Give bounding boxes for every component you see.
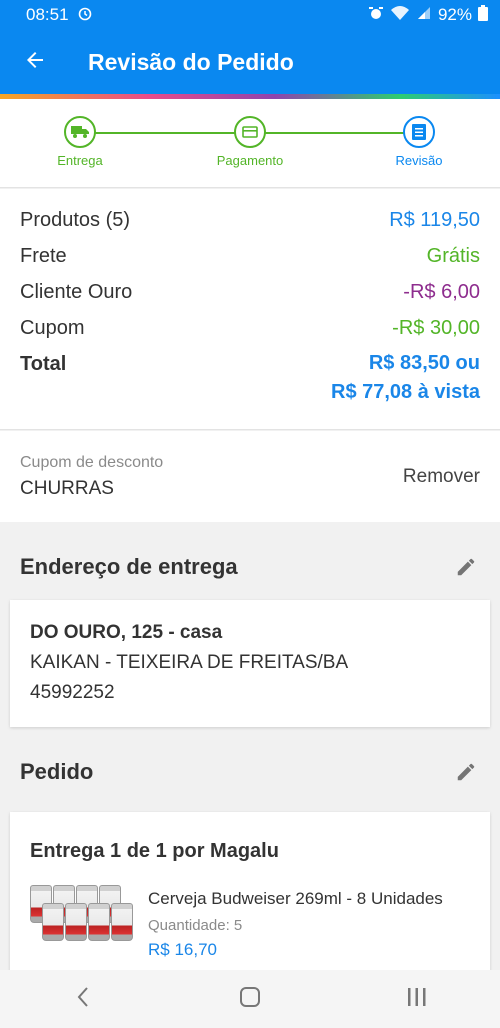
- battery-icon: [478, 4, 488, 26]
- home-icon: [239, 986, 261, 1013]
- products-value: R$ 119,50: [389, 209, 480, 231]
- address-city: KAIKAN - TEIXEIRA DE FREITAS/BA: [30, 652, 349, 673]
- step-label: Entrega: [57, 153, 103, 168]
- remove-coupon-button[interactable]: Remover: [403, 466, 480, 488]
- product-info: Cerveja Budweiser 269ml - 8 Unidades Qua…: [148, 885, 443, 965]
- list-item[interactable]: Cerveja Budweiser 269ml - 8 Unidades Qua…: [30, 885, 470, 965]
- status-icons: 92%: [368, 4, 488, 26]
- wifi-icon: [390, 5, 410, 26]
- recents-icon: [406, 987, 428, 1012]
- summary-gold-row: Cliente Ouro -R$ 6,00: [20, 281, 480, 317]
- step-pagamento[interactable]: Pagamento: [200, 116, 300, 168]
- summary-products-row: Produtos (5) R$ 119,50: [20, 209, 480, 245]
- address-card[interactable]: DO OURO, 125 - casa KAIKAN - TEIXEIRA DE…: [10, 600, 490, 727]
- status-time: 08:51: [26, 5, 69, 24]
- edit-order-icon[interactable]: [452, 758, 480, 786]
- edit-address-icon[interactable]: [452, 553, 480, 581]
- gold-client-value: -R$ 6,00: [403, 281, 480, 303]
- signal-icon: [416, 5, 432, 26]
- products-label: Produtos (5): [20, 209, 131, 231]
- card-icon: [234, 116, 266, 148]
- step-label: Revisão: [395, 153, 443, 168]
- step-label: Pagamento: [216, 153, 284, 168]
- step-entrega[interactable]: Entrega: [30, 116, 130, 168]
- coupon-section: Cupom de desconto CHURRAS Remover: [0, 431, 500, 522]
- coupon-value: -R$ 30,00: [392, 317, 480, 339]
- system-navigation-bar: [0, 970, 500, 1028]
- alarm-clock-icon: [77, 5, 93, 26]
- address-section-title: Endereço de entrega: [20, 554, 238, 579]
- coupon-field-label: Cupom de desconto: [20, 453, 164, 471]
- delivery-title: Entrega 1 de 1 por Magalu: [30, 840, 279, 862]
- page-title: Revisão do Pedido: [88, 48, 294, 75]
- step-revisao[interactable]: Revisão: [369, 116, 469, 168]
- total-installments: R$ 83,50 ou: [368, 352, 480, 374]
- nav-home-button[interactable]: [220, 979, 280, 1019]
- chevron-left-icon: [75, 986, 91, 1013]
- summary-coupon-row: Cupom -R$ 30,00: [20, 317, 480, 353]
- product-quantity: Quantidade: 5: [148, 917, 443, 934]
- order-section-header: Pedido: [0, 742, 500, 802]
- battery-percent: 92%: [437, 5, 472, 24]
- shipping-label: Frete: [20, 245, 67, 267]
- quantity-label: Quantidade:: [148, 917, 230, 934]
- shipping-value: Grátis: [426, 245, 480, 267]
- total-value: R$ 83,50 ou R$ 77,08 à vista: [331, 349, 480, 407]
- truck-icon: [64, 116, 96, 148]
- checkout-stepper: Entrega Pagamento Revisão: [0, 99, 500, 188]
- quantity-value: 5: [233, 917, 243, 934]
- address-section-header: Endereço de entrega: [0, 537, 500, 597]
- summary-total-row: Total R$ 83,50 ou R$ 77,08 à vista: [20, 352, 480, 423]
- product-name: Cerveja Budweiser 269ml - 8 Unidades: [148, 889, 443, 908]
- address-zip: 45992252: [30, 682, 115, 703]
- nav-recents-button[interactable]: [387, 979, 447, 1019]
- back-button[interactable]: [0, 30, 70, 94]
- address-street: DO OURO, 125 - casa: [30, 622, 223, 643]
- nav-back-button[interactable]: [53, 979, 113, 1019]
- gold-client-label: Cliente Ouro: [20, 281, 133, 303]
- app-bar: Revisão do Pedido: [0, 30, 500, 94]
- status-bar: 08:51 92%: [0, 0, 500, 30]
- summary-shipping-row: Frete Grátis: [20, 245, 480, 281]
- product-image: [30, 885, 140, 965]
- arrow-back-icon: [23, 48, 47, 77]
- product-price: R$ 16,70: [148, 940, 217, 959]
- alarm-icon: [368, 5, 384, 26]
- total-cash: R$ 77,08 à vista: [331, 381, 480, 403]
- list-icon: [403, 116, 435, 148]
- total-label: Total: [20, 353, 67, 375]
- coupon-code: CHURRAS: [20, 477, 114, 499]
- order-summary: Produtos (5) R$ 119,50 Frete Grátis Clie…: [0, 189, 500, 430]
- order-section-title: Pedido: [20, 759, 94, 784]
- coupon-label: Cupom: [20, 317, 85, 339]
- order-card: Entrega 1 de 1 por Magalu Cerveja Budwei…: [10, 812, 490, 972]
